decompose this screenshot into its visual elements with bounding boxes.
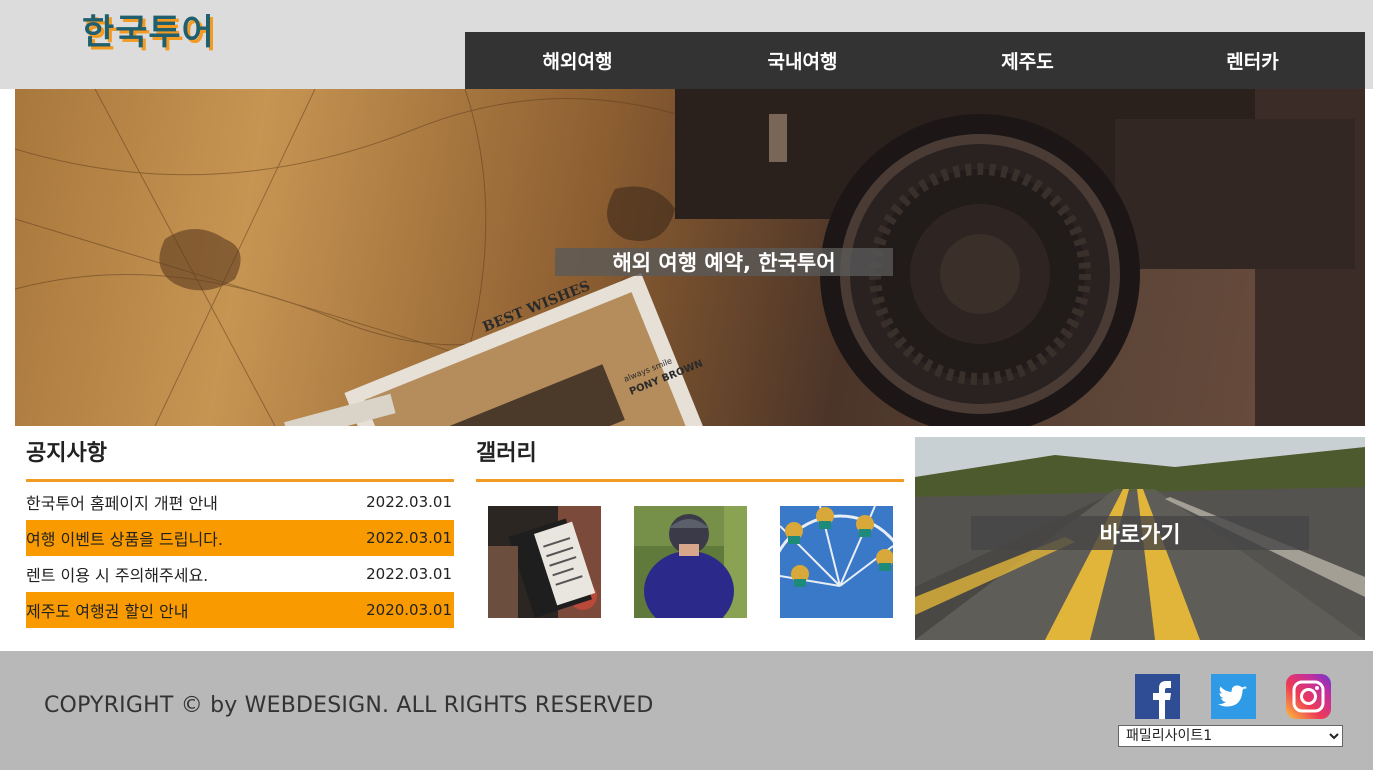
- notice-section: 공지사항 한국투어 홈페이지 개편 안내 2022.03.01 여행 이벤트 상…: [26, 437, 454, 628]
- notice-text: 제주도 여행권 할인 안내: [26, 602, 189, 621]
- nav-item-domestic[interactable]: 국내여행: [690, 32, 915, 89]
- logo[interactable]: 한국투어: [82, 12, 215, 54]
- twitter-icon[interactable]: [1211, 674, 1256, 719]
- notice-date: 2022.03.01: [366, 493, 452, 511]
- family-site-select[interactable]: 패밀리사이트1: [1118, 725, 1343, 747]
- notice-text: 렌트 이용 시 주의해주세요.: [26, 566, 209, 585]
- copyright-text: COPYRIGHT © by WEBDESIGN. ALL RIGHTS RES…: [44, 693, 654, 718]
- facebook-icon[interactable]: [1135, 674, 1180, 719]
- gallery-thumb-ferris-wheel[interactable]: [780, 506, 893, 618]
- notice-row[interactable]: 여행 이벤트 상품을 드립니다. 2022.03.01: [26, 520, 454, 556]
- nav-item-rentcar[interactable]: 렌터카: [1140, 32, 1365, 89]
- gallery-thumb-hiker[interactable]: [634, 506, 747, 618]
- notice-text: 여행 이벤트 상품을 드립니다.: [26, 530, 223, 549]
- notice-text: 한국투어 홈페이지 개편 안내: [26, 494, 218, 513]
- gallery-thumbs: [476, 482, 904, 618]
- nav-item-jeju[interactable]: 제주도: [915, 32, 1140, 89]
- shortcut-banner[interactable]: 바로가기: [915, 437, 1365, 640]
- instagram-icon[interactable]: [1286, 674, 1331, 719]
- header: 한국투어 해외여행 국내여행 제주도 렌터카: [0, 0, 1373, 89]
- shortcut-label: 바로가기: [971, 516, 1309, 550]
- notice-title: 공지사항: [26, 437, 454, 482]
- notice-date: 2022.03.01: [366, 565, 452, 583]
- gallery-section: 갤러리: [476, 437, 904, 618]
- notice-row[interactable]: 렌트 이용 시 주의해주세요. 2022.03.01: [26, 556, 454, 592]
- notice-row[interactable]: 제주도 여행권 할인 안내 2020.03.01: [26, 592, 454, 628]
- gallery-thumb-passport[interactable]: [488, 506, 601, 618]
- notice-date: 2020.03.01: [366, 601, 452, 619]
- main-nav: 해외여행 국내여행 제주도 렌터카: [465, 32, 1365, 89]
- footer: COPYRIGHT © by WEBDESIGN. ALL RIGHTS RES…: [0, 651, 1373, 770]
- gallery-title: 갤러리: [476, 437, 904, 482]
- hero-caption: 해외 여행 예약, 한국투어: [555, 248, 893, 276]
- hero-banner: BEST WISHES always smile PONY BROWN 해외 여…: [15, 89, 1365, 426]
- nav-item-overseas[interactable]: 해외여행: [465, 32, 690, 89]
- notice-row[interactable]: 한국투어 홈페이지 개편 안내 2022.03.01: [26, 484, 454, 520]
- notice-date: 2022.03.01: [366, 529, 452, 547]
